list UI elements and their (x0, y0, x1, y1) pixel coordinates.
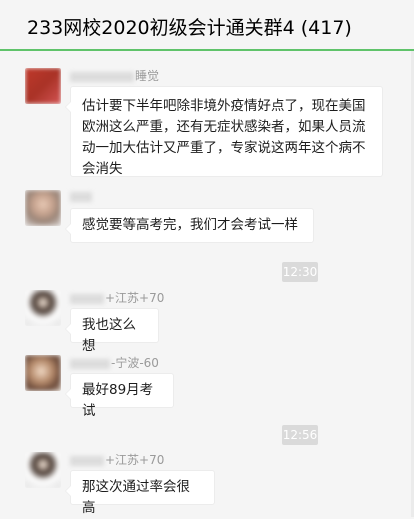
sender-name[interactable]: +江苏+70 (70, 451, 164, 468)
sender-name[interactable]: +江苏+70 (70, 289, 164, 306)
message-text: 我也这么想 (82, 317, 136, 354)
chat-title-bar: 233网校2020初级会计通关群4 (417) (0, 0, 414, 50)
avatar[interactable] (25, 68, 61, 104)
message-text: 估计要下半年吧除非境外疫情好点了，现在美国欧洲这么严重，还有无症状感染者，如果人… (82, 98, 366, 177)
message-text: 感觉要等高考完，我们才会考试一样 (82, 217, 298, 233)
sender-name[interactable] (70, 189, 93, 203)
message-bubble[interactable]: 我也这么想 (65, 308, 159, 354)
message-text: 那这次通过率会很高 (82, 479, 190, 516)
message-bubble[interactable]: 最好89月考试 (65, 373, 174, 419)
message-text: 最好89月考试 (82, 382, 154, 419)
sender-name[interactable]: 睡觉 (70, 67, 159, 84)
avatar[interactable] (25, 452, 61, 488)
avatar[interactable] (25, 290, 61, 326)
avatar[interactable] (25, 355, 61, 391)
message-bubble[interactable]: 感觉要等高考完，我们才会考试一样 (65, 208, 314, 243)
timestamp: 12:56 (282, 425, 318, 445)
message-bubble[interactable]: 那这次通过率会很高 (65, 470, 215, 516)
message-bubble[interactable]: 估计要下半年吧除非境外疫情好点了，现在美国欧洲这么严重，还有无症状感染者，如果人… (65, 86, 383, 177)
chat-title: 233网校2020初级会计通关群4 (417) (27, 17, 352, 39)
avatar[interactable] (25, 190, 61, 226)
loading-progress-bar (0, 49, 414, 51)
timestamp: 12:30 (282, 262, 318, 282)
sender-name[interactable]: -宁波-60 (70, 354, 159, 371)
